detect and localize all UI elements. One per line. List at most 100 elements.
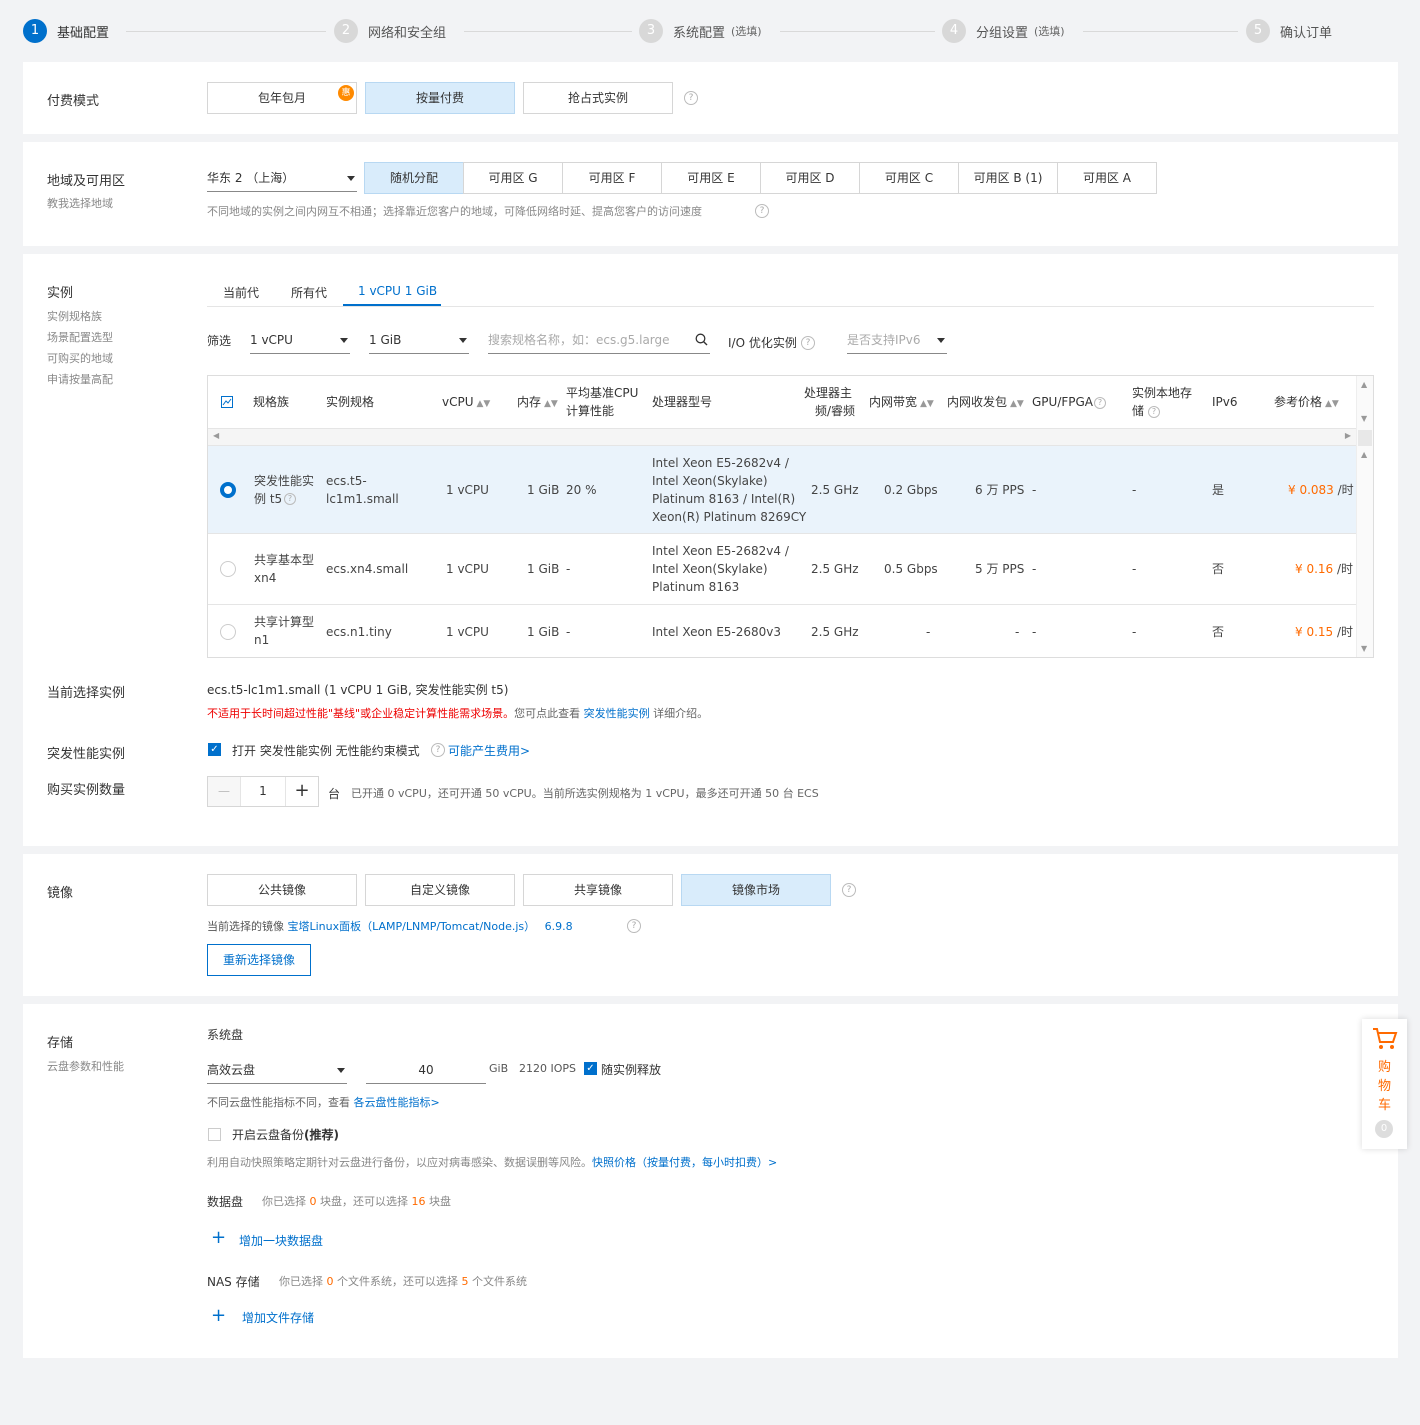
system-disk-label: 系统盘 <box>207 1028 244 1042</box>
help-icon[interactable]: ? <box>1094 397 1106 409</box>
row-radio[interactable] <box>220 561 236 577</box>
zone-b[interactable]: 可用区 B (1) <box>958 162 1058 194</box>
public-image-button[interactable]: 公共镜像 <box>207 874 357 906</box>
scroll-up-icon[interactable]: ▲ <box>1361 450 1367 459</box>
add-data-disk-button[interactable]: 增加一块数据盘 <box>239 1232 323 1249</box>
quota-link[interactable]: 申请按量高配 <box>47 369 113 390</box>
plus-icon[interactable]: + <box>211 1307 226 1325</box>
step-4[interactable]: 4 分组设置 (选填) <box>942 19 1065 43</box>
step-divider <box>1083 31 1238 32</box>
release-with-instance-checkbox[interactable]: ✓ <box>584 1062 597 1075</box>
table-row[interactable]: 共享基本型 xn4 ecs.xn4.small 1 vCPU 1 GiB - I… <box>208 534 1356 605</box>
scroll-up-icon[interactable]: ▲ <box>1361 380 1367 389</box>
burst-checkbox[interactable]: ✓ <box>208 743 221 756</box>
billing-spot-button[interactable]: 抢占式实例 <box>523 82 673 114</box>
help-icon[interactable]: ? <box>627 919 641 933</box>
search-icon[interactable] <box>695 333 708 346</box>
zone-random[interactable]: 随机分配 <box>364 162 464 194</box>
decrement-button[interactable]: — <box>208 777 240 806</box>
help-icon[interactable]: ? <box>431 743 445 757</box>
quantity-stepper[interactable]: — 1 + <box>207 776 319 807</box>
col-processor: 处理器型号 <box>652 395 713 409</box>
scroll-right-icon[interactable]: ▶ <box>1345 431 1351 440</box>
available-region-link[interactable]: 可购买的地域 <box>47 348 113 369</box>
step-number: 5 <box>1246 19 1270 43</box>
storage-title: 存储 <box>47 1036 74 1051</box>
billing-subscription-button[interactable]: 包年包月 <box>207 82 357 114</box>
row-cpu-line: Platinum 8163 <box>652 580 740 594</box>
filter-cpu-select[interactable]: 1 vCPU <box>250 326 350 354</box>
scroll-thumb[interactable] <box>1358 430 1372 446</box>
col-price[interactable]: 参考价格 ▲▼ <box>1274 393 1339 413</box>
backup-label: 开启云盘备份(推荐) <box>232 1128 339 1142</box>
help-icon[interactable]: ? <box>801 336 815 350</box>
scroll-left-icon[interactable]: ◀ <box>213 431 219 440</box>
col-pps[interactable]: 内网收发包 ▲▼ <box>947 393 1024 413</box>
col-spec: 实例规格 <box>326 395 375 409</box>
disk-size-input[interactable]: 40 <box>366 1056 486 1084</box>
shared-image-button[interactable]: 共享镜像 <box>523 874 673 906</box>
billing-payg-button[interactable]: 按量付费 <box>365 82 515 114</box>
row-radio[interactable] <box>220 482 236 498</box>
row-radio[interactable] <box>220 624 236 640</box>
help-icon[interactable]: ? <box>1148 406 1160 418</box>
step-5[interactable]: 5 确认订单 <box>1246 19 1332 43</box>
fee-link[interactable]: 可能产生费用> <box>448 742 530 759</box>
region-select[interactable]: 华东 2 （上海） <box>207 164 357 192</box>
filter-mem-select[interactable]: 1 GiB <box>369 326 469 354</box>
disk-type-select[interactable]: 高效云盘 <box>207 1056 347 1084</box>
zone-f[interactable]: 可用区 F <box>562 162 662 194</box>
tab-active-indicator <box>343 304 441 306</box>
disk-metrics-link[interactable]: 各云盘性能指标> <box>354 1096 440 1109</box>
zone-a[interactable]: 可用区 A <box>1057 162 1157 194</box>
backup-checkbox[interactable] <box>208 1128 221 1141</box>
row-baseline: - <box>566 625 571 639</box>
step-1[interactable]: 1 基础配置 <box>23 19 109 43</box>
custom-image-button[interactable]: 自定义镜像 <box>365 874 515 906</box>
horizontal-scrollbar[interactable]: ◀ ▶ <box>208 428 1356 446</box>
step-2[interactable]: 2 网络和安全组 <box>334 19 446 43</box>
col-bandwidth[interactable]: 内网带宽 ▲▼ <box>869 393 934 413</box>
column-settings-icon[interactable] <box>221 396 233 408</box>
col-memory[interactable]: 内存 ▲▼ <box>517 393 558 413</box>
table-row[interactable]: 共享计算型 n1 ecs.n1.tiny 1 vCPU 1 GiB - Inte… <box>208 605 1356 657</box>
zone-e[interactable]: 可用区 E <box>661 162 761 194</box>
shopping-cart-widget[interactable]: 购 物 车 0 <box>1362 1019 1407 1149</box>
row-bandwidth: - <box>926 625 931 639</box>
row-ipv6: 否 <box>1212 625 1225 639</box>
tab-all-gen[interactable]: 所有代 <box>291 284 327 301</box>
quantity-input[interactable]: 1 <box>240 777 286 806</box>
add-nas-button[interactable]: 增加文件存储 <box>242 1309 314 1326</box>
image-link[interactable]: 宝塔Linux面板（LAMP/LNMP/Tomcat/Node.js） <box>288 920 536 933</box>
help-icon[interactable]: ? <box>284 493 296 505</box>
scroll-down-icon[interactable]: ▼ <box>1361 414 1367 423</box>
zone-d[interactable]: 可用区 D <box>760 162 860 194</box>
instance-family-link[interactable]: 实例规格族 <box>47 306 102 327</box>
col-vcpu[interactable]: vCPU ▲▼ <box>442 393 490 413</box>
ipv6-select[interactable]: 是否支持IPv6 <box>847 326 947 354</box>
step-3[interactable]: 3 系统配置 (选填) <box>639 19 762 43</box>
plus-icon[interactable]: + <box>211 1229 226 1247</box>
tab-current-gen[interactable]: 当前代 <box>223 284 259 301</box>
reselect-image-button[interactable]: 重新选择镜像 <box>207 944 311 976</box>
help-icon[interactable]: ? <box>684 91 698 105</box>
instance-title: 实例 <box>47 286 74 301</box>
region-guide-link[interactable]: 教我选择地域 <box>47 193 113 214</box>
snapshot-price-link[interactable]: 快照价格（按量付费，每小时扣费）> <box>592 1156 777 1169</box>
spec-search-input[interactable]: 搜索规格名称，如：ecs.g5.large <box>488 326 710 354</box>
disk-performance-link[interactable]: 云盘参数和性能 <box>47 1056 124 1077</box>
burst-instance-link[interactable]: 突发性能实例 <box>584 707 650 720</box>
help-icon[interactable]: ? <box>842 883 856 897</box>
increment-button[interactable]: + <box>286 777 318 806</box>
tab-1vcpu-1gib[interactable]: 1 vCPU 1 GiB <box>358 284 437 298</box>
vertical-scrollbar[interactable]: ▲ ▼ ▲ ▼ <box>1356 376 1373 657</box>
scroll-down-icon[interactable]: ▼ <box>1361 644 1367 653</box>
marketplace-image-button[interactable]: 镜像市场 <box>681 874 831 906</box>
cart-label-3: 车 <box>1378 1098 1392 1113</box>
help-icon[interactable]: ? <box>755 204 769 218</box>
scenario-link[interactable]: 场景配置选型 <box>47 327 113 348</box>
nas-hint: 你已选择 0 个文件系统，还可以选择 5 个文件系统 <box>279 1275 527 1288</box>
zone-c[interactable]: 可用区 C <box>859 162 959 194</box>
zone-g[interactable]: 可用区 G <box>463 162 563 194</box>
table-row[interactable]: 突发性能实 例 t5 ? ecs.t5- lc1m1.small 1 vCPU … <box>208 446 1356 534</box>
